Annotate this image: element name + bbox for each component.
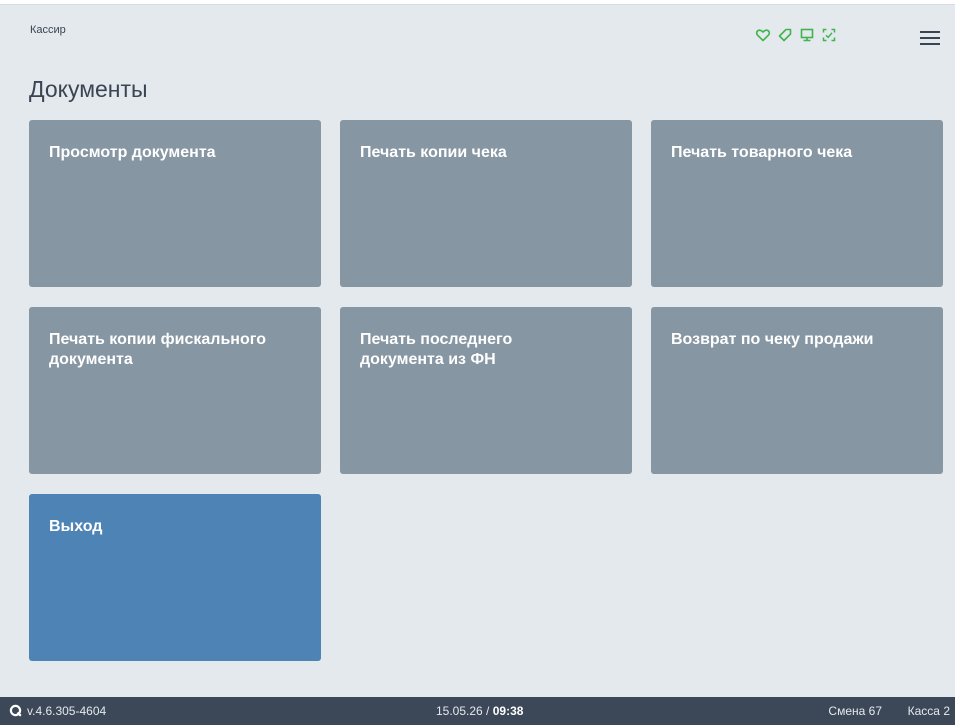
tile-label: Просмотр документа	[49, 144, 216, 161]
status-icons-bar	[755, 27, 837, 43]
app-logo-icon	[9, 704, 22, 720]
scanner-icon[interactable]	[821, 27, 837, 43]
register-number: Касса 2	[907, 704, 950, 718]
hamburger-menu-icon[interactable]	[917, 27, 943, 49]
tile-view-document[interactable]: Просмотр документа	[29, 120, 321, 287]
current-time: 09:38	[492, 704, 524, 718]
tile-print-last-fn-document[interactable]: Печать последнего документа из ФН	[340, 307, 632, 474]
heart-icon[interactable]	[755, 27, 771, 43]
tile-print-fiscal-document-copy[interactable]: Печать копии фискального документа	[29, 307, 321, 474]
tile-print-sales-receipt[interactable]: Печать товарного чека	[651, 120, 943, 287]
app-version: v.4.6.305-4604	[27, 704, 107, 718]
tile-label: Печать последнего документа из ФН	[360, 331, 513, 368]
tile-print-receipt-copy[interactable]: Печать копии чека	[340, 120, 632, 287]
tile-label: Печать копии чека	[360, 144, 507, 161]
tag-icon[interactable]	[777, 27, 793, 43]
shift-number: Смена 67	[828, 704, 882, 718]
exit-button[interactable]: Выход	[29, 494, 321, 661]
date-time-separator: /	[482, 704, 493, 718]
status-bar: v.4.6.305-4604 15.05.26 / 09:38 Смена 67…	[0, 697, 955, 725]
terminal-icon[interactable]	[799, 27, 815, 43]
page-title: Документы	[29, 76, 148, 102]
date-time: 15.05.26 / 09:38	[436, 704, 523, 718]
tile-label: Выход	[49, 518, 103, 535]
user-role-label: Кассир	[30, 24, 66, 36]
current-date: 15.05.26	[436, 704, 483, 718]
tile-label: Печать товарного чека	[671, 144, 853, 161]
app-window: Кассир Документы Просмотр документа Печа…	[0, 5, 955, 697]
tile-label: Печать копии фискального документа	[49, 331, 266, 368]
tile-label: Возврат по чеку продажи	[671, 331, 874, 348]
tile-return-by-receipt[interactable]: Возврат по чеку продажи	[651, 307, 943, 474]
